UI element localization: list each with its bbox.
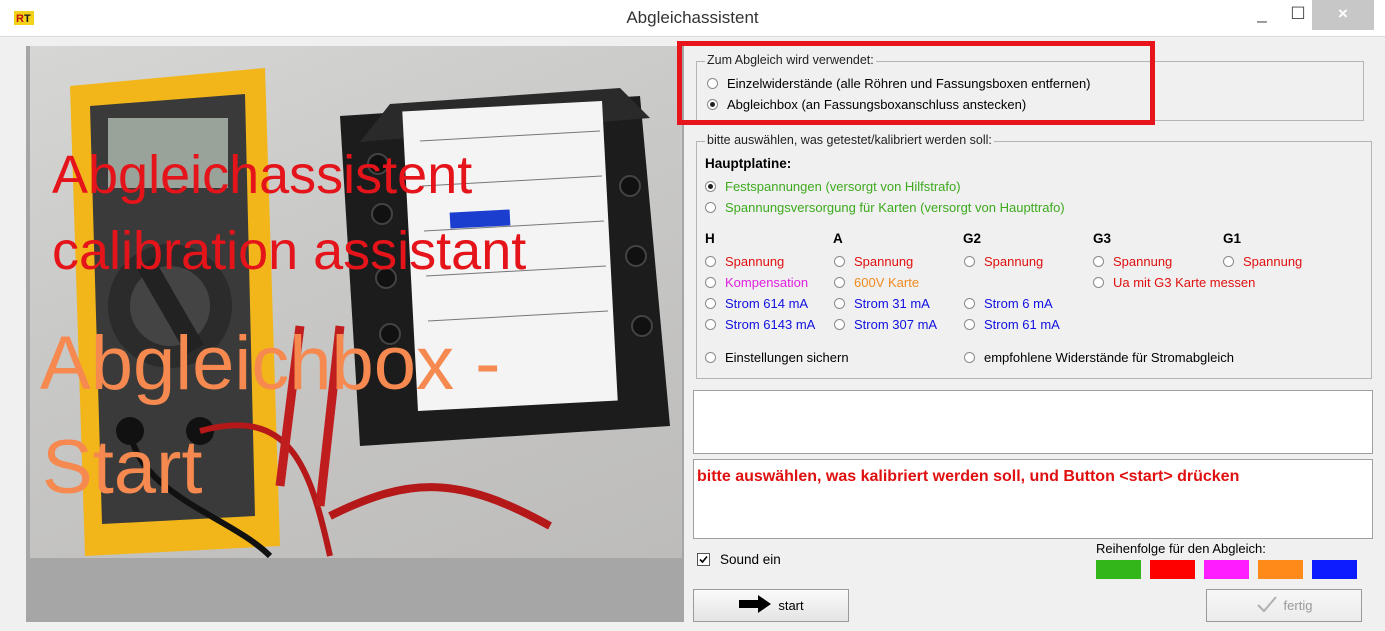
radio-fixed-voltages-label: Festspannungen (versorgt von Hilfstrafo)	[725, 179, 961, 194]
radio-indicator[interactable]	[964, 256, 975, 267]
radio-indicator[interactable]	[705, 181, 716, 192]
radio-g2-voltage[interactable]: Spannung	[964, 254, 1043, 269]
radio-h-voltage-label: Spannung	[725, 254, 785, 269]
radio-a-current-31[interactable]: Strom 31 mA	[834, 296, 930, 311]
overlay-start-label: Start	[42, 425, 203, 510]
order-swatch-3	[1204, 560, 1249, 579]
order-swatch-5	[1312, 560, 1357, 579]
radio-indicator[interactable]	[964, 352, 975, 363]
radio-card-supply[interactable]: Spannungsversorgung für Karten (versorgt…	[705, 200, 1065, 215]
window-title: Abgleichassistent	[626, 8, 759, 27]
sound-checkbox[interactable]: Sound ein	[697, 552, 781, 567]
column-g1-heading: G1	[1223, 231, 1242, 246]
radio-g1-voltage-label: Spannung	[1243, 254, 1303, 269]
sound-label: Sound ein	[720, 552, 781, 567]
radio-recommended-resistors[interactable]: empfohlene Widerstände für Stromabgleich	[964, 350, 1234, 365]
radio-indicator[interactable]	[834, 319, 845, 330]
radio-h-compensation-label: Kompensation	[725, 275, 809, 290]
radio-indicator[interactable]	[705, 319, 716, 330]
radio-g3-ua-measure-label: Ua mit G3 Karte messen	[1113, 275, 1256, 290]
radio-indicator[interactable]	[964, 319, 975, 330]
info-textbox[interactable]	[693, 390, 1373, 454]
radio-g1-voltage[interactable]: Spannung	[1223, 254, 1302, 269]
radio-a-current-307[interactable]: Strom 307 mA	[834, 317, 937, 332]
radio-a-voltage-label: Spannung	[854, 254, 914, 269]
column-a-heading: A	[833, 231, 843, 246]
maximize-button[interactable]: ☐	[1284, 0, 1312, 30]
radio-indicator[interactable]	[705, 256, 716, 267]
radio-indicator[interactable]	[705, 202, 716, 213]
overlay-box-label: Abgleichbox -	[40, 321, 501, 406]
close-button[interactable]: ×	[1312, 0, 1374, 30]
radio-indicator[interactable]	[705, 298, 716, 309]
radio-h-current-614[interactable]: Strom 614 mA	[705, 296, 808, 311]
radio-g2-current-6[interactable]: Strom 6 mA	[964, 296, 1053, 311]
order-swatch-2	[1150, 560, 1195, 579]
overlay-title-en: calibration assistant	[52, 221, 527, 281]
minimize-button[interactable]: _	[1240, 0, 1284, 30]
radio-g2-current-61[interactable]: Strom 61 mA	[964, 317, 1060, 332]
radio-a-voltage[interactable]: Spannung	[834, 254, 913, 269]
order-label: Reihenfolge für den Abgleich:	[1096, 541, 1266, 556]
arrow-right-icon	[738, 595, 772, 616]
radio-recommended-resistors-label: empfohlene Widerstände für Stromabgleich	[984, 350, 1235, 365]
radio-indicator[interactable]	[834, 256, 845, 267]
radio-save-settings[interactable]: Einstellungen sichern	[705, 350, 849, 365]
radio-h-voltage[interactable]: Spannung	[705, 254, 784, 269]
checkmark-icon	[1256, 595, 1278, 616]
radio-indicator[interactable]	[1093, 277, 1104, 288]
radio-a-current-307-label: Strom 307 mA	[854, 317, 938, 332]
radio-card-supply-label: Spannungsversorgung für Karten (versorgt…	[725, 200, 1065, 215]
order-swatch-4	[1258, 560, 1303, 579]
start-button[interactable]: start	[693, 589, 849, 622]
radio-save-settings-label: Einstellungen sichern	[725, 350, 849, 365]
radio-a-600v-card-label: 600V Karte	[854, 275, 920, 290]
radio-indicator[interactable]	[834, 298, 845, 309]
radio-indicator[interactable]	[1093, 256, 1104, 267]
radio-indicator[interactable]	[834, 277, 845, 288]
order-swatch-1	[1096, 560, 1141, 579]
column-g3-heading: G3	[1093, 231, 1112, 246]
radio-fixed-voltages[interactable]: Festspannungen (versorgt von Hilfstrafo)	[705, 179, 961, 194]
highlight-frame	[677, 41, 1155, 125]
overlay-title-de: Abgleichassistent	[52, 145, 473, 205]
radio-indicator[interactable]	[964, 298, 975, 309]
radio-indicator[interactable]	[705, 352, 716, 363]
mainboard-heading: Hauptplatine:	[705, 156, 792, 171]
radio-h-current-614-label: Strom 614 mA	[725, 296, 809, 311]
multimeter-photo: Abgleichassistent calibration assistant …	[30, 46, 682, 558]
finish-button[interactable]: fertig	[1206, 589, 1362, 622]
column-g2-heading: G2	[963, 231, 982, 246]
group-select-title: bitte auswählen, was getestet/kalibriert…	[705, 133, 994, 147]
radio-h-compensation[interactable]: Kompensation	[705, 275, 808, 290]
start-button-label: start	[778, 598, 804, 613]
finish-button-label: fertig	[1283, 598, 1313, 613]
column-h-heading: H	[705, 231, 715, 246]
radio-a-600v-card[interactable]: 600V Karte	[834, 275, 919, 290]
instruction-textbox[interactable]: bitte auswählen, was kalibriert werden s…	[693, 459, 1373, 539]
radio-g3-voltage-label: Spannung	[1113, 254, 1173, 269]
group-test-selection: bitte auswählen, was getestet/kalibriert…	[696, 133, 1372, 379]
checkbox-indicator[interactable]	[697, 553, 710, 566]
radio-g2-current-6-label: Strom 6 mA	[984, 296, 1053, 311]
radio-g2-voltage-label: Spannung	[984, 254, 1044, 269]
instruction-text: bitte auswählen, was kalibriert werden s…	[697, 468, 1240, 485]
radio-g3-ua-measure[interactable]: Ua mit G3 Karte messen	[1093, 275, 1255, 290]
radio-h-current-6143[interactable]: Strom 6143 mA	[705, 317, 815, 332]
radio-indicator[interactable]	[705, 277, 716, 288]
radio-indicator[interactable]	[1223, 256, 1234, 267]
radio-h-current-6143-label: Strom 6143 mA	[725, 317, 816, 332]
radio-g2-current-61-label: Strom 61 mA	[984, 317, 1060, 332]
radio-g3-voltage[interactable]: Spannung	[1093, 254, 1172, 269]
radio-a-current-31-label: Strom 31 mA	[854, 296, 930, 311]
